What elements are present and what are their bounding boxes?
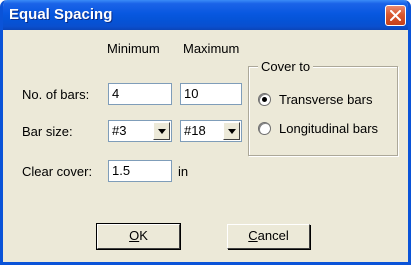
close-x-icon <box>390 10 401 21</box>
close-button[interactable] <box>385 5 406 26</box>
bars-max-input[interactable]: 10 <box>180 83 242 105</box>
size-label: Bar size: <box>22 124 73 139</box>
cover-label: Clear cover: <box>22 164 93 179</box>
size-min-value: #3 <box>112 123 127 138</box>
dropdown-arrow-button[interactable] <box>223 122 240 140</box>
cancel-mnemonic: C <box>248 228 258 243</box>
ok-label-rest: K <box>139 228 148 243</box>
bars-label: No. of bars: <box>22 87 90 102</box>
chevron-down-icon <box>228 129 236 134</box>
cover-unit: in <box>178 164 189 179</box>
ok-mnemonic: O <box>129 228 140 243</box>
size-max-value: #18 <box>184 123 206 138</box>
cancel-label-rest: ancel <box>257 228 289 243</box>
minimum-column-header: Minimum <box>107 41 160 56</box>
size-max-dropdown[interactable]: #18 <box>180 120 242 142</box>
radio-selected-dot <box>262 97 267 102</box>
chevron-down-icon <box>158 129 166 134</box>
cover-to-legend: Cover to <box>258 59 314 75</box>
longitudinal-label[interactable]: Longitudinal bars <box>279 121 378 137</box>
longitudinal-radio[interactable] <box>258 122 271 135</box>
clear-cover-input[interactable]: 1.5 <box>108 160 172 182</box>
cover-to-groupbox <box>248 66 398 156</box>
size-min-dropdown[interactable]: #3 <box>108 120 172 142</box>
ok-button[interactable]: OK <box>96 223 181 250</box>
cancel-button[interactable]: Cancel <box>227 224 310 249</box>
transverse-label[interactable]: Transverse bars <box>279 92 372 108</box>
maximum-column-header: Maximum <box>183 41 240 56</box>
title-bar[interactable]: Equal Spacing <box>3 0 408 30</box>
bars-min-input[interactable]: 4 <box>108 83 172 105</box>
transverse-radio[interactable] <box>258 93 271 106</box>
dropdown-arrow-button[interactable] <box>153 122 170 140</box>
dialog-title: Equal Spacing <box>9 6 113 23</box>
